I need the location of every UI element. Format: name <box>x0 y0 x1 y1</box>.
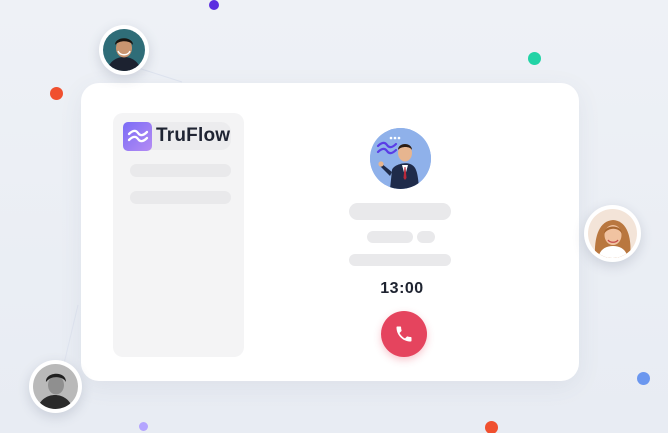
decor-dot-red <box>50 87 63 100</box>
caller-status-placeholder <box>349 254 451 266</box>
caller-detail-placeholder <box>417 231 435 243</box>
brand-header: TruFlow <box>123 121 231 151</box>
participant-avatar-top-left <box>99 25 149 75</box>
participant-avatar-right <box>584 205 641 262</box>
decor-dot-lavender <box>139 422 148 431</box>
decor-dot-orange <box>485 421 498 433</box>
sidebar-placeholder-line <box>130 191 231 204</box>
participant-avatar-bottom-left <box>29 360 82 413</box>
brand-name: TruFlow <box>156 125 231 146</box>
call-timer: 13:00 <box>380 280 424 297</box>
end-call-button[interactable] <box>381 311 427 357</box>
decor-dot-purple <box>209 0 219 10</box>
sidebar-placeholder-line <box>130 164 231 177</box>
sidebar: TruFlow <box>113 113 244 357</box>
agent-avatar-icon <box>370 128 431 189</box>
caller-name-placeholder <box>349 203 451 220</box>
decor-dot-teal <box>528 52 541 65</box>
wave-logo-icon <box>123 121 152 151</box>
call-app-window: TruFlow 13:00 <box>81 83 579 381</box>
phone-hangup-icon <box>396 326 412 342</box>
caller-detail-placeholder <box>367 231 413 243</box>
decor-dot-blue <box>637 372 650 385</box>
